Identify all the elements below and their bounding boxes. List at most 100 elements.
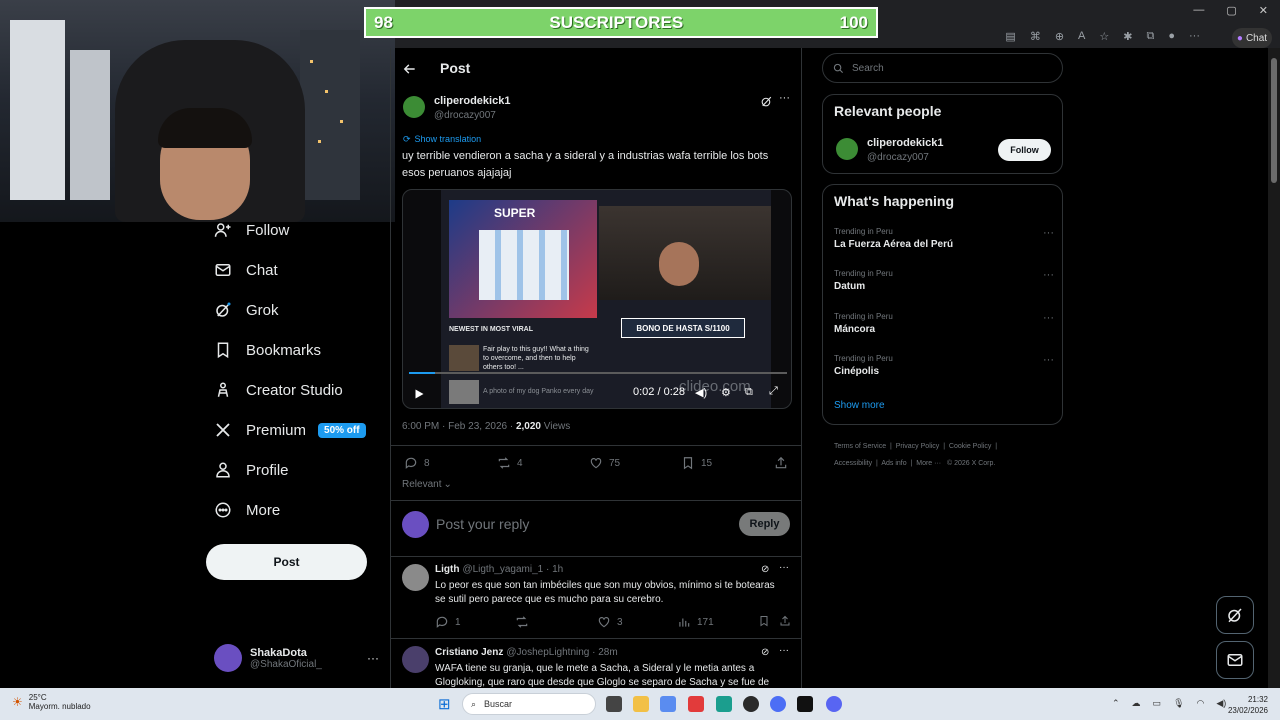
app-icon[interactable] [688,696,704,712]
page-scrollbar[interactable] [1268,48,1280,688]
browser-menu-icon[interactable]: ··· [1189,30,1200,43]
profile-icon[interactable]: ● [1168,30,1175,43]
collections-icon[interactable]: ⧉ [1146,30,1154,43]
relevant-person-handle[interactable]: @drocazy007 [867,152,929,163]
more-icon[interactable]: ··· [367,651,379,665]
extensions-icon[interactable]: ✱ [1123,30,1132,43]
repost-action[interactable]: 4 [497,456,523,470]
nav-item-grok[interactable]: Grok [214,297,279,323]
reply-button[interactable]: Reply [739,512,790,536]
video-progress-bar[interactable] [409,372,787,374]
trend-menu-icon[interactable]: ··· [1043,269,1054,281]
close-icon[interactable]: ✕ [1259,4,1268,17]
zoom-icon[interactable]: ⊕ [1055,30,1064,43]
trend-item[interactable]: Trending in Peru La Fuerza Aérea del Per… [834,227,1054,250]
author-avatar[interactable] [403,96,425,118]
reply-sort-selector[interactable]: Relevant ⌄ [402,479,452,490]
video-player[interactable]: SUPER BONO DE HASTA S/1100 NEWEST IN MOS… [402,189,792,409]
reply-action[interactable]: 8 [404,456,430,470]
grok-float-button[interactable] [1216,596,1254,634]
network-icon[interactable]: ▭ [1153,698,1162,709]
reply-author-name[interactable]: Ligth [435,564,459,575]
settings-icon[interactable] [770,696,786,712]
grok-explain-icon[interactable] [760,95,773,108]
avatar[interactable] [402,564,429,591]
obs-icon[interactable] [743,696,759,712]
capcut-icon[interactable] [797,696,813,712]
trend-menu-icon[interactable]: ··· [1043,354,1054,366]
post-button[interactable]: Post [206,544,367,580]
reply-views[interactable]: 171 [677,615,714,629]
footer-link[interactable]: Accessibility [834,460,872,467]
chevron-up-icon[interactable]: ⌃ [1112,698,1120,709]
avatar[interactable] [836,138,858,160]
discord-icon[interactable] [826,696,842,712]
scrollbar-thumb[interactable] [1271,58,1277,183]
show-more-link[interactable]: Show more [834,400,885,411]
pip-icon[interactable]: ⧉ [745,386,753,399]
trend-menu-icon[interactable]: ··· [1043,227,1054,239]
favorite-icon[interactable]: ☆ [1099,30,1109,43]
read-aloud-icon[interactable]: A [1078,30,1085,43]
relevant-person-name[interactable]: cliperodekick1 [867,137,943,149]
author-handle[interactable]: @drocazy007 [434,110,496,121]
speaker-icon[interactable]: ◀) [1216,698,1226,709]
maximize-icon[interactable]: ▢ [1226,4,1236,17]
nav-item-chat[interactable]: Chat [214,257,278,283]
messages-float-button[interactable] [1216,641,1254,679]
author-name[interactable]: cliperodekick1 [434,95,510,107]
windows-start-icon[interactable]: ⊞ [438,695,451,713]
follow-button[interactable]: Follow [998,139,1051,161]
minimize-icon[interactable]: — [1193,4,1204,17]
show-translation-link[interactable]: ⟳ Show translation [403,134,481,145]
reply-menu-icon[interactable]: ··· [779,562,789,573]
reply-input[interactable]: Post your reply [436,516,529,532]
nav-item-bookmarks[interactable]: Bookmarks [214,337,321,363]
file-explorer-icon[interactable] [633,696,649,712]
mic-icon[interactable]: 🎙 [1173,698,1184,709]
footer-link[interactable]: Terms of Service [834,443,886,450]
nav-item-more[interactable]: More [214,497,280,523]
back-arrow-icon[interactable] [403,62,417,76]
grok-explain-icon[interactable]: ⊘ [761,564,769,575]
nav-item-profile[interactable]: Profile [214,457,289,483]
fullscreen-icon[interactable]: ⤢ [769,385,778,398]
footer-link[interactable]: Privacy Policy [896,443,940,450]
trend-item[interactable]: Trending in Peru Cinépolis ··· [834,354,1054,377]
reader-icon[interactable]: ▤ [1005,30,1015,43]
nav-item-creator-studio[interactable]: Creator Studio [214,377,343,403]
reply-item[interactable]: Ligth @Ligth_yagami_1 · 1h ⊘ ··· Lo peor… [391,556,801,638]
wifi-icon[interactable]: ◠ [1197,698,1205,709]
trend-item[interactable]: Trending in Peru Máncora ··· [834,312,1054,335]
post-menu-icon[interactable]: ··· [779,92,790,104]
footer-link[interactable]: More ··· [916,460,941,467]
reply-repost-action[interactable] [515,615,529,629]
taskbar-clock[interactable]: 21:32 23/02/2026 [1228,694,1268,716]
nav-item-premium[interactable]: Premium 50% off [214,417,366,443]
share-icon[interactable] [774,456,788,470]
share-icon[interactable] [779,615,791,627]
copilot-chat-button[interactable]: ● Chat [1232,28,1272,48]
copilot-icon[interactable] [660,696,676,712]
translate-icon[interactable]: ⌘ [1030,30,1041,43]
account-switcher[interactable]: ShakaDota @ShakaOficial_ ··· [214,641,379,675]
weather-widget[interactable]: ☀ 25°C Mayorm. nublado [12,693,91,711]
play-icon[interactable] [413,388,425,400]
avatar[interactable] [402,646,429,673]
reply-item[interactable]: Cristiano Jenz @JoshepLightning · 28m ⊘ … [391,638,801,688]
task-view-icon[interactable] [606,696,622,712]
bookmark-action[interactable]: 15 [681,456,712,470]
reply-menu-icon[interactable]: ··· [779,645,789,656]
volume-icon[interactable]: ◀) [695,386,707,399]
trend-item[interactable]: Trending in Peru Datum ··· [834,269,1054,292]
footer-link[interactable]: Ads info [881,460,906,467]
bookmark-icon[interactable] [758,615,770,627]
edge-icon[interactable] [716,696,732,712]
search-input[interactable]: Search [822,53,1063,83]
grok-explain-icon[interactable]: ⊘ [761,647,769,658]
trend-menu-icon[interactable]: ··· [1043,312,1054,324]
reply-reply-action[interactable]: 1 [435,615,461,629]
footer-link[interactable]: Cookie Policy [949,443,991,450]
reply-author-name[interactable]: Cristiano Jenz [435,647,503,658]
nav-item-follow[interactable]: Follow [214,217,289,243]
